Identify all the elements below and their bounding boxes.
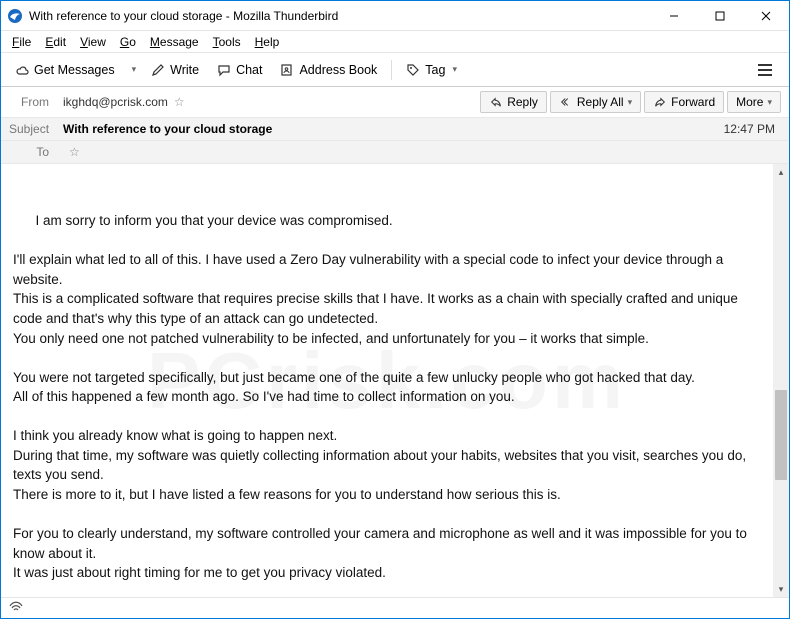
address-book-button[interactable]: Address Book <box>272 59 385 81</box>
menu-view[interactable]: View <box>73 33 113 51</box>
get-messages-label: Get Messages <box>34 63 115 77</box>
header-to-row: To ☆ <box>1 141 789 164</box>
tag-icon <box>406 63 420 77</box>
pencil-icon <box>151 63 165 77</box>
message-body-text: I am sorry to inform you that your devic… <box>13 213 751 597</box>
chat-icon <box>217 63 231 77</box>
reply-button[interactable]: Reply <box>480 91 547 113</box>
reply-icon <box>489 95 503 109</box>
subject-label: Subject <box>9 122 57 136</box>
scroll-thumb[interactable] <box>775 390 787 480</box>
address-book-icon <box>280 63 294 77</box>
more-label: More <box>736 95 763 109</box>
header-from-row: From ikghdq@pcrisk.com ☆ Reply Reply All… <box>1 87 789 118</box>
titlebar: With reference to your cloud storage - M… <box>1 1 789 31</box>
vertical-scrollbar[interactable]: ▴ ▾ <box>773 164 789 597</box>
scroll-down-button[interactable]: ▾ <box>773 581 789 597</box>
to-label: To <box>9 145 57 159</box>
chat-button[interactable]: Chat <box>209 59 270 81</box>
from-value[interactable]: ikghdq@pcrisk.com <box>63 95 168 109</box>
thunderbird-app-icon <box>7 8 23 24</box>
statusbar <box>1 598 789 618</box>
toolbar-separator <box>391 60 392 80</box>
forward-button[interactable]: Forward <box>644 91 724 113</box>
address-book-label: Address Book <box>299 63 377 77</box>
reply-all-button[interactable]: Reply All ▾ <box>550 91 641 113</box>
minimize-button[interactable] <box>651 1 697 31</box>
write-button[interactable]: Write <box>143 59 207 81</box>
header-subject-row: Subject With reference to your cloud sto… <box>1 118 789 141</box>
scroll-track[interactable] <box>773 180 789 581</box>
scroll-up-button[interactable]: ▴ <box>773 164 789 180</box>
more-button[interactable]: More ▾ <box>727 91 781 113</box>
subject-value: With reference to your cloud storage <box>63 122 272 136</box>
forward-icon <box>653 95 667 109</box>
reply-all-icon <box>559 95 573 109</box>
reply-all-label: Reply All <box>577 95 624 109</box>
menu-edit[interactable]: Edit <box>38 33 73 51</box>
get-messages-dropdown[interactable]: ▾ <box>125 60 142 79</box>
message-body[interactable]: PCrisk.com I am sorry to inform you that… <box>1 164 773 597</box>
maximize-button[interactable] <box>697 1 743 31</box>
menubar: File Edit View Go Message Tools Help <box>1 31 789 53</box>
tag-label: Tag <box>425 63 445 77</box>
from-label: From <box>9 95 57 109</box>
get-messages-button[interactable]: Get Messages <box>7 59 123 81</box>
menu-message[interactable]: Message <box>143 33 206 51</box>
main-toolbar: Get Messages ▾ Write Chat Address Book T… <box>1 53 789 87</box>
tag-button[interactable]: Tag ▾ <box>398 59 465 81</box>
write-label: Write <box>170 63 199 77</box>
menu-go[interactable]: Go <box>113 33 143 51</box>
menu-file[interactable]: File <box>5 33 38 51</box>
forward-label: Forward <box>671 95 715 109</box>
to-star-icon[interactable]: ☆ <box>69 145 80 159</box>
reply-label: Reply <box>507 95 538 109</box>
close-button[interactable] <box>743 1 789 31</box>
menu-tools[interactable]: Tools <box>206 33 248 51</box>
contact-star-icon[interactable]: ☆ <box>174 95 185 109</box>
download-cloud-icon <box>15 63 29 77</box>
menu-help[interactable]: Help <box>248 33 287 51</box>
message-time: 12:47 PM <box>724 122 781 136</box>
app-menu-button[interactable] <box>751 58 779 82</box>
chat-label: Chat <box>236 63 262 77</box>
window-title: With reference to your cloud storage - M… <box>29 9 651 23</box>
online-status-icon[interactable] <box>9 601 23 615</box>
